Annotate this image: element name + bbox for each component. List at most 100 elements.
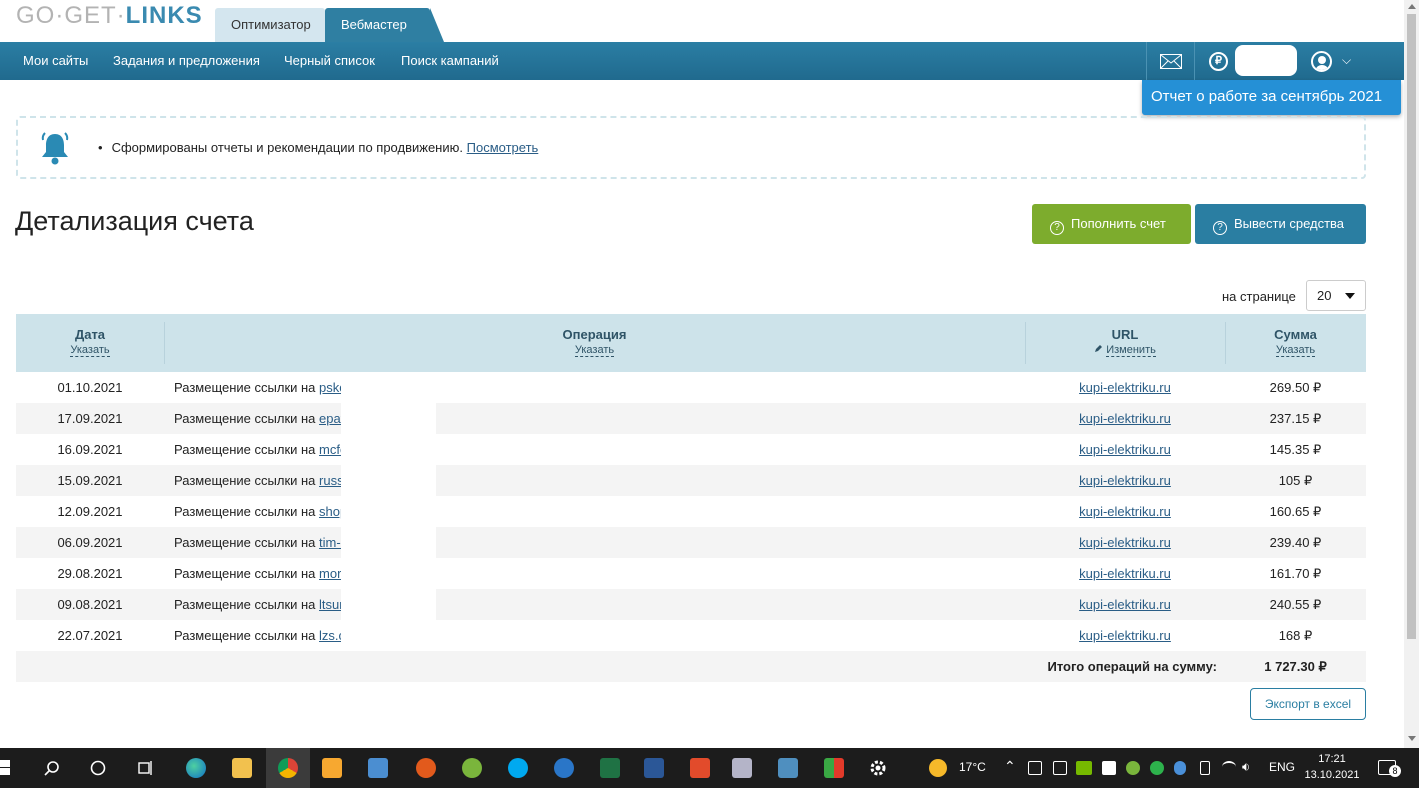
table-row: 17.09.2021 Размещение ссылки на epat kupi-… — [16, 403, 1366, 434]
search-icon[interactable] — [30, 748, 74, 788]
main-nav: Мои сайты Задания и предложения Черный с… — [0, 42, 1404, 80]
mail-icon[interactable] — [1147, 42, 1195, 80]
excel-icon[interactable] — [588, 748, 632, 788]
explorer-icon[interactable] — [220, 748, 264, 788]
tray-icons[interactable] — [1028, 761, 1168, 775]
url-link[interactable]: kupi-elektriku.ru — [1025, 473, 1225, 488]
url-change-link[interactable]: Изменить — [1106, 344, 1156, 357]
media-player-icon[interactable] — [310, 748, 354, 788]
scanner-icon[interactable] — [404, 748, 448, 788]
tool-icon[interactable] — [720, 748, 764, 788]
volume-icon[interactable]: 🔉︎ — [1242, 759, 1250, 775]
row-operation: Размещение ссылки на russ — [174, 473, 344, 488]
settings-icon[interactable] — [856, 748, 900, 788]
edge-icon[interactable] — [174, 748, 218, 788]
browser-page: GO·GET·LINKS Оптимизатор Вебмастер Мои с… — [0, 0, 1419, 788]
notification-box: Сформированы отчеты и рекомендации по пр… — [16, 116, 1366, 179]
row-operation: Размещение ссылки на lzs.c — [174, 628, 345, 643]
row-operation: Размещение ссылки на more — [174, 566, 349, 581]
nav-campaign-search[interactable]: Поиск кампаний — [401, 42, 499, 80]
url-link[interactable]: kupi-elektriku.ru — [1025, 411, 1225, 426]
row-date: 09.08.2021 — [57, 597, 123, 612]
url-link[interactable]: kupi-elektriku.ru — [1025, 535, 1225, 550]
page-scrollbar[interactable] — [1404, 0, 1419, 748]
tray-chevron-up-icon[interactable]: ⌃ — [1004, 758, 1016, 775]
topup-button[interactable]: ? Пополнить счет — [1032, 204, 1191, 244]
table-row: 22.07.2021 Размещение ссылки на lzs.c kupi… — [16, 620, 1366, 651]
topup-label: Пополнить счет — [1071, 216, 1166, 231]
url-link[interactable]: kupi-elektriku.ru — [1025, 566, 1225, 581]
wifi-icon[interactable] — [1222, 761, 1236, 773]
table-header: Дата Указать Операция Указать URL Измени… — [16, 314, 1366, 372]
date-filter-link[interactable]: Указать — [70, 344, 110, 357]
temperature[interactable]: 17°C — [959, 760, 986, 774]
task-view-icon[interactable] — [124, 748, 168, 788]
usb-icon[interactable] — [1200, 761, 1210, 775]
table-row: 06.09.2021 Размещение ссылки на tim-r kupi… — [16, 527, 1366, 558]
scroll-thumb[interactable] — [1407, 14, 1416, 639]
url-link[interactable]: kupi-elektriku.ru — [1025, 597, 1225, 612]
utorrent-icon[interactable] — [450, 748, 494, 788]
redacted-area — [341, 496, 436, 527]
chrome-icon[interactable] — [266, 748, 310, 788]
cortana-icon[interactable] — [76, 748, 120, 788]
redacted-area — [341, 465, 436, 496]
word-icon[interactable] — [632, 748, 676, 788]
redacted-area — [341, 372, 436, 403]
scroll-down-icon[interactable] — [1408, 736, 1416, 741]
chevron-down-icon[interactable]: ⌵ — [1342, 53, 1351, 68]
security-icon[interactable] — [1174, 761, 1186, 775]
utorrent-tray-icon[interactable] — [1126, 761, 1140, 775]
question-icon: ? — [1213, 221, 1227, 235]
row-sum: 105 ₽ — [1278, 473, 1313, 488]
acrobat-icon[interactable] — [678, 748, 722, 788]
nav-my-sites[interactable]: Мои сайты — [23, 42, 88, 80]
tray-system-icons[interactable]: 🔉︎ — [1174, 759, 1254, 775]
report-popup[interactable]: Отчет о работе за сентябрь 2021 — [1142, 80, 1401, 115]
sum-filter-link[interactable]: Указать — [1275, 344, 1316, 357]
operation-filter-link[interactable]: Указать — [574, 344, 615, 357]
nav-blacklist[interactable]: Черный список — [284, 42, 375, 80]
balance-display[interactable] — [1235, 45, 1297, 76]
notification-center-icon[interactable]: 8 — [1378, 760, 1401, 777]
notice-view-link[interactable]: Посмотреть — [467, 140, 539, 155]
table-body: 01.10.2021 Размещение ссылки на psko kupi-… — [16, 372, 1366, 651]
site-link[interactable]: russ — [319, 473, 344, 488]
row-sum: 237.15 ₽ — [1269, 411, 1322, 426]
url-link[interactable]: kupi-elektriku.ru — [1025, 504, 1225, 519]
tab-optimizer[interactable]: Оптимизатор — [215, 8, 325, 42]
export-excel-button[interactable]: Экспорт в excel — [1250, 688, 1366, 720]
clock[interactable]: 17:21 13.10.2021 — [1302, 751, 1362, 783]
check-icon[interactable] — [1150, 761, 1164, 775]
row-date: 01.10.2021 — [57, 380, 123, 395]
withdraw-button[interactable]: ? Вывести средства — [1195, 204, 1366, 244]
question-icon: ? — [1050, 221, 1064, 235]
per-page-select[interactable]: 20 — [1306, 280, 1366, 311]
skype-icon[interactable] — [496, 748, 540, 788]
nvidia-icon[interactable] — [1076, 761, 1092, 775]
shield-icon[interactable] — [1102, 761, 1116, 775]
game-icon[interactable] — [812, 748, 856, 788]
site-logo[interactable]: GO·GET·LINKS — [16, 2, 203, 30]
row-sum: 168 ₽ — [1278, 628, 1313, 643]
windows-taskbar: 17°C ⌃ 🔉︎ ENG 17:21 13.10.2021 8 — [0, 748, 1419, 788]
remote-icon[interactable] — [356, 748, 400, 788]
operation-text: Размещение ссылки на — [174, 504, 320, 519]
weather-sun-icon[interactable] — [929, 759, 947, 777]
tray-app-icon[interactable] — [1053, 761, 1067, 775]
row-operation: Размещение ссылки на ltsur — [174, 597, 344, 612]
tray-app-icon[interactable] — [1028, 761, 1042, 775]
logo-text: GO·GET· — [16, 2, 126, 29]
language-indicator[interactable]: ENG — [1269, 760, 1295, 774]
site-link[interactable]: ltsur — [319, 597, 344, 612]
url-link[interactable]: kupi-elektriku.ru — [1025, 380, 1225, 395]
notes-icon[interactable] — [766, 748, 810, 788]
clock-date: 13.10.2021 — [1304, 769, 1360, 781]
globe-icon[interactable] — [542, 748, 586, 788]
url-link[interactable]: kupi-elektriku.ru — [1025, 442, 1225, 457]
tab-webmaster[interactable]: Вебмастер — [325, 8, 444, 42]
user-icon[interactable] — [1311, 51, 1332, 72]
url-link[interactable]: kupi-elektriku.ru — [1025, 628, 1225, 643]
nav-tasks-offers[interactable]: Задания и предложения — [113, 42, 260, 80]
scroll-up-icon[interactable] — [1408, 4, 1416, 9]
